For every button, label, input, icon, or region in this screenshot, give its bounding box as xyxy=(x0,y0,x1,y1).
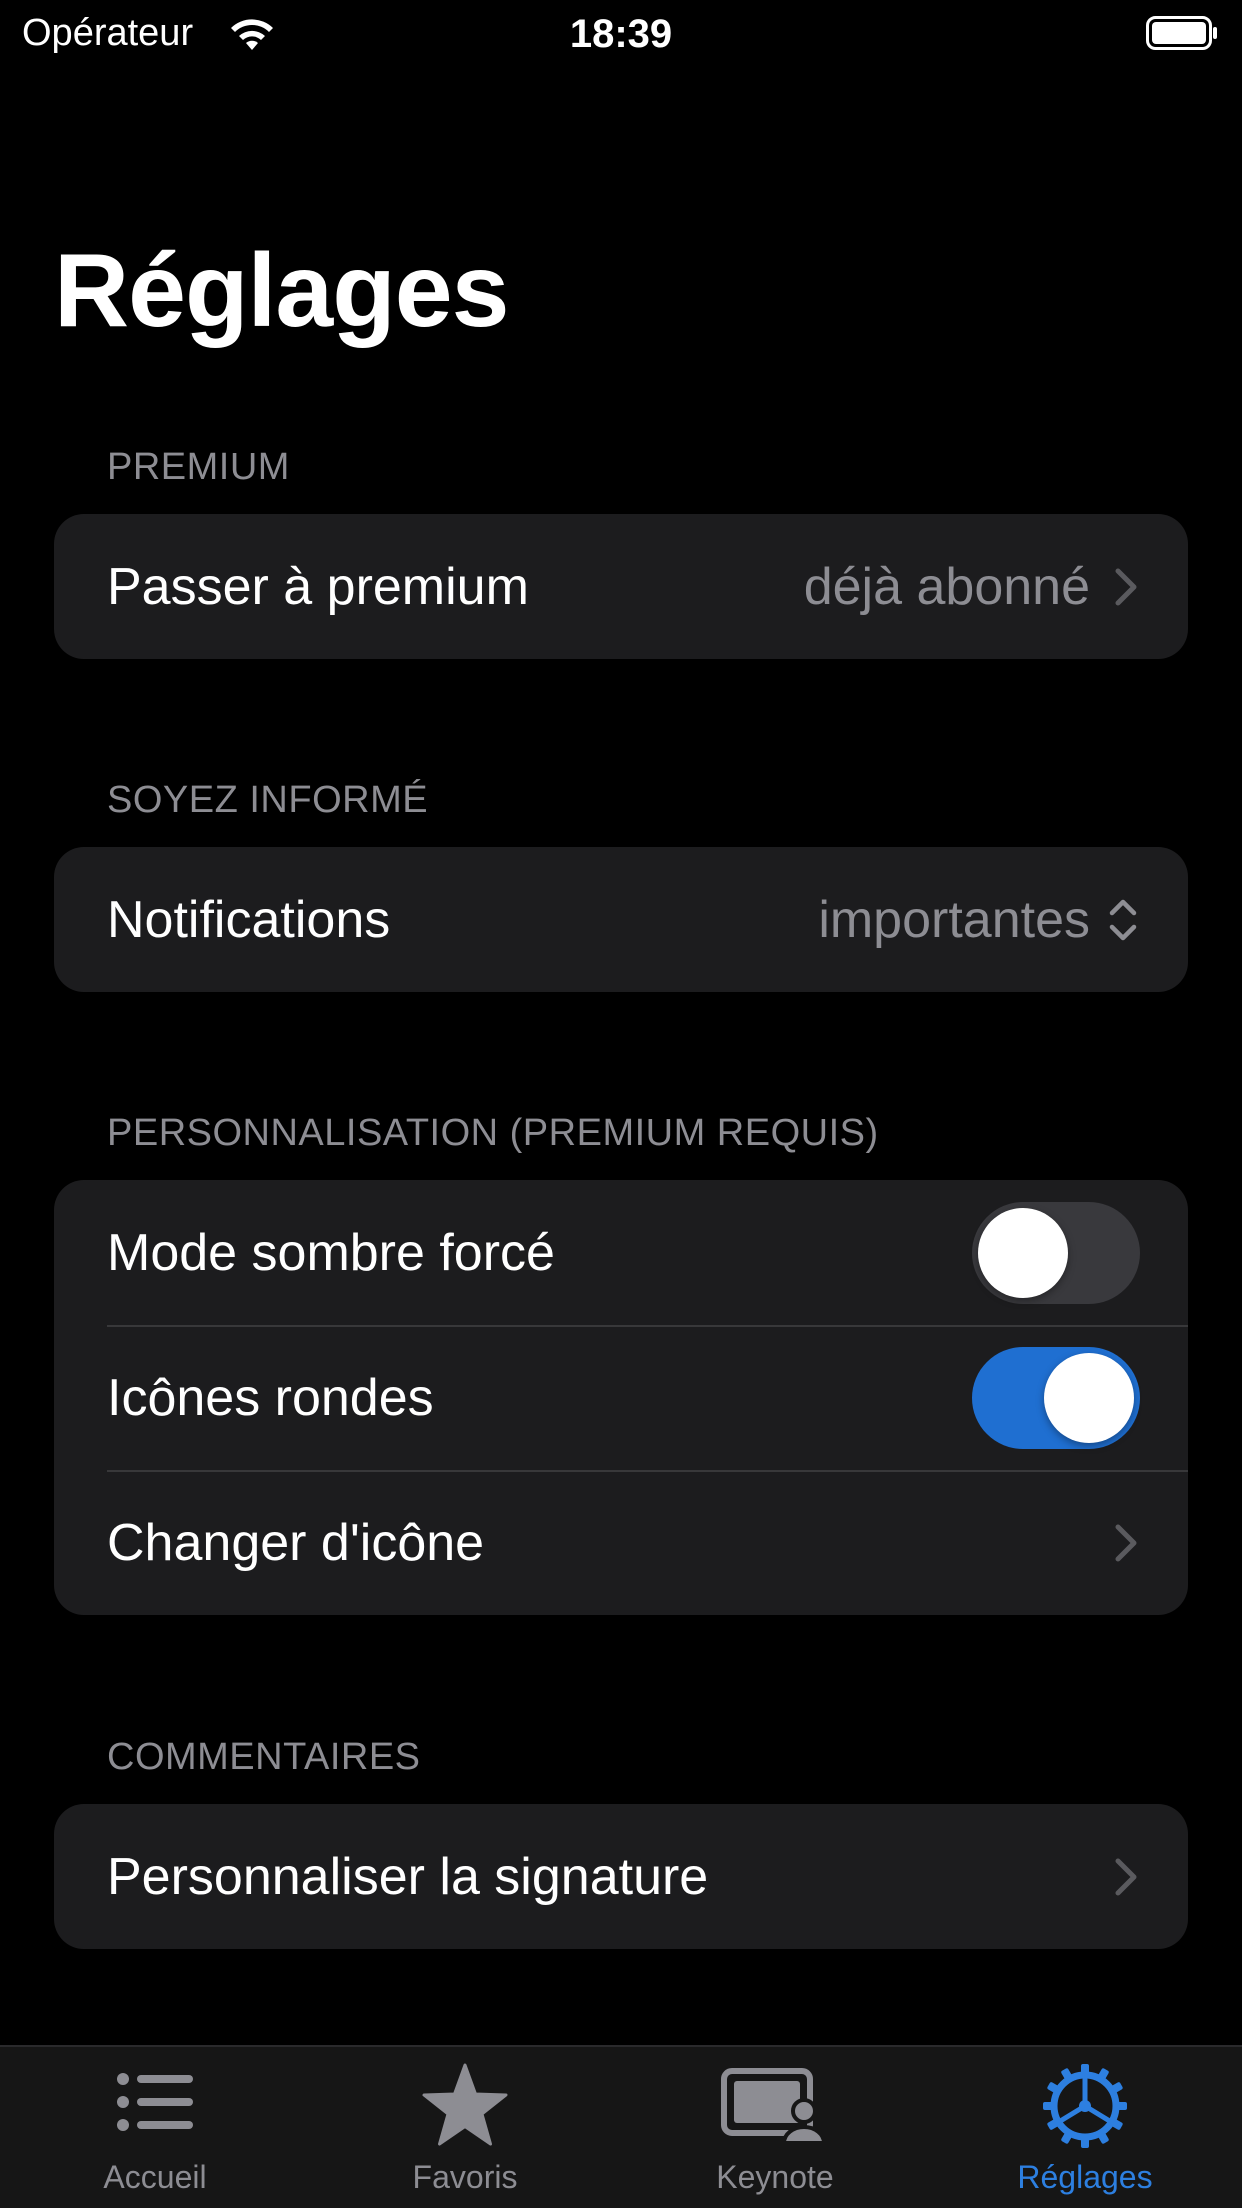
row-label: Changer d'icône xyxy=(107,1513,485,1572)
tab-label: Keynote xyxy=(716,2159,834,2195)
tab-favoris[interactable]: Favoris xyxy=(310,2047,620,2208)
row-notifications[interactable]: Notifications importantes xyxy=(54,847,1188,992)
row-customize-signature[interactable]: Personnaliser la signature xyxy=(54,1804,1188,1949)
row-round-icons: Icônes rondes xyxy=(54,1325,1188,1470)
section-header-personalisation: PERSONNALISATION (PREMIUM REQUIS) xyxy=(107,1112,879,1154)
chevron-right-icon xyxy=(1115,568,1137,605)
group-informed: Notifications importantes xyxy=(54,847,1188,992)
round-icons-toggle[interactable] xyxy=(972,1346,1140,1449)
page-title: Réglages xyxy=(54,233,509,349)
keynote-icon xyxy=(721,2068,827,2145)
forced-dark-mode-toggle[interactable] xyxy=(972,1201,1140,1304)
battery-icon xyxy=(1146,16,1217,50)
toggle-knob xyxy=(978,1207,1068,1298)
status-bar: Opérateur 18:39 xyxy=(0,0,1242,66)
star-icon xyxy=(422,2063,508,2146)
section-header-informed: SOYEZ INFORMÉ xyxy=(107,779,429,821)
group-comments: Personnaliser la signature xyxy=(54,1804,1188,1949)
chevron-right-icon xyxy=(1115,1858,1137,1895)
group-premium: Passer à premium déjà abonné xyxy=(54,514,1188,659)
row-upgrade-premium[interactable]: Passer à premium déjà abonné xyxy=(54,514,1188,659)
row-label: Passer à premium xyxy=(107,557,529,616)
notifications-value: importantes xyxy=(818,890,1090,949)
chevron-right-icon xyxy=(1115,1524,1137,1561)
row-label: Icônes rondes xyxy=(107,1368,434,1427)
tab-keynote[interactable]: Keynote xyxy=(620,2047,930,2208)
tab-label: Accueil xyxy=(103,2159,207,2195)
tab-reglages[interactable]: Réglages xyxy=(930,2047,1240,2208)
row-label: Personnaliser la signature xyxy=(107,1847,709,1906)
group-personalisation: Mode sombre forcé Icônes rondes Changer … xyxy=(54,1180,1188,1615)
section-header-comments: COMMENTAIRES xyxy=(107,1736,421,1778)
list-icon xyxy=(117,2073,193,2131)
status-time: 18:39 xyxy=(569,12,673,56)
row-label: Mode sombre forcé xyxy=(107,1223,555,1282)
row-forced-dark-mode: Mode sombre forcé xyxy=(54,1180,1188,1325)
row-value: déjà abonné xyxy=(803,557,1090,616)
gear-icon xyxy=(1043,2064,1127,2148)
tab-label: Réglages xyxy=(1017,2159,1153,2195)
tab-bar: Accueil Favoris Keynote Réglages xyxy=(0,2045,1242,2208)
tab-label: Favoris xyxy=(412,2159,518,2195)
row-change-icon[interactable]: Changer d'icône xyxy=(54,1470,1188,1615)
section-header-premium: PREMIUM xyxy=(107,446,290,488)
toggle-knob xyxy=(1044,1352,1134,1443)
row-label: Notifications xyxy=(107,890,391,949)
tab-accueil[interactable]: Accueil xyxy=(0,2047,310,2208)
chevron-up-down-icon xyxy=(1109,899,1137,940)
